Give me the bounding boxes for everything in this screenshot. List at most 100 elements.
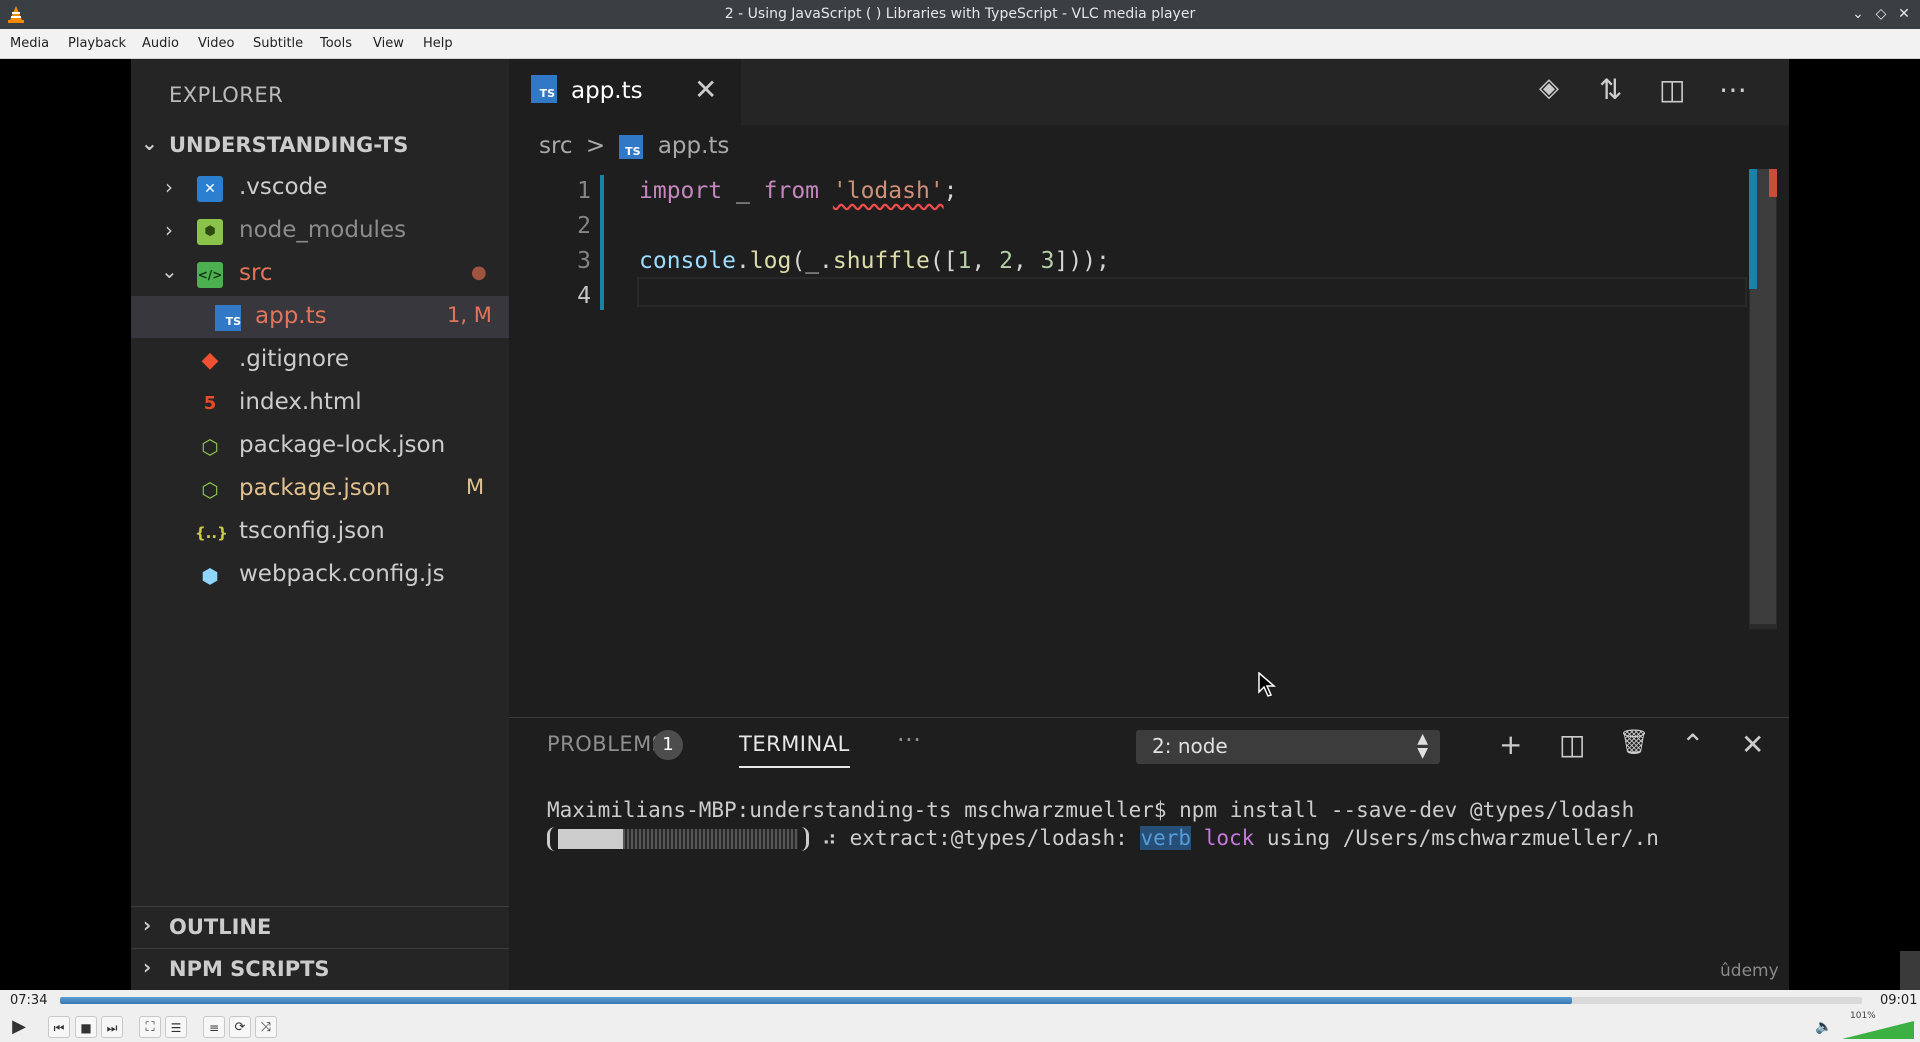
speaker-icon[interactable]: 🔈	[1815, 1019, 1832, 1035]
tree-label: tsconfig.json	[239, 518, 385, 544]
chevron-right-icon: ›	[143, 913, 152, 937]
tree-label: src	[239, 260, 273, 286]
function-name: log	[749, 248, 792, 274]
playlist-button[interactable]: ≡	[203, 1016, 225, 1038]
fullscreen-button[interactable]: ⛶	[139, 1016, 161, 1038]
next-button[interactable]: ⏭	[101, 1016, 123, 1038]
minimize-button[interactable]: ⌄	[1850, 6, 1866, 22]
menu-playback[interactable]: Playback	[68, 36, 126, 51]
tree-label: .gitignore	[239, 346, 350, 372]
tree-label: package-lock.json	[239, 432, 446, 458]
tree-label: node_modules	[239, 217, 407, 243]
open-changes-icon[interactable]: ⇅	[1599, 73, 1622, 106]
npm-scripts-section[interactable]: › NPM SCRIPTS	[131, 948, 509, 989]
breadcrumb-folder[interactable]: src	[539, 133, 573, 159]
mouse-cursor-icon	[1258, 672, 1276, 697]
terminal-text: using /Users/mschwarzmueller/.n	[1254, 826, 1659, 850]
typescript-icon: TS	[531, 75, 557, 103]
panel-more-icon[interactable]: ···	[897, 726, 921, 754]
chevron-down-icon: ⌄	[141, 131, 158, 155]
shuffle-button[interactable]: ⤨	[255, 1016, 277, 1038]
volume-slider[interactable]	[1842, 1021, 1914, 1039]
code-text: ;	[943, 178, 958, 204]
webpack-icon: ⬢	[201, 564, 219, 588]
maximize-button[interactable]: ◇	[1873, 6, 1889, 22]
menu-media[interactable]: Media	[10, 36, 49, 51]
tree-item-webpack: ⬢ webpack.config.js	[131, 554, 509, 596]
tab-problems[interactable]: PROBLEMS	[547, 732, 666, 756]
split-terminal-icon[interactable]: ◫	[1559, 728, 1585, 761]
file-status: 1, M	[447, 303, 492, 327]
breadcrumb-file[interactable]: app.ts	[658, 133, 730, 159]
menu-help[interactable]: Help	[423, 36, 453, 51]
trash-icon[interactable]: 🗑	[1619, 728, 1649, 756]
menu-view[interactable]: View	[373, 36, 404, 51]
bottom-panel: PROBLEMS 1 TERMINAL ··· 2: node ▲ ▼ + ◫ 🗑…	[509, 717, 1789, 991]
tree-item-app-ts[interactable]: TS app.ts 1, M	[131, 296, 509, 338]
node-folder-icon: ⬢	[197, 219, 223, 245]
overview-error-marker	[1769, 169, 1777, 197]
previous-button[interactable]: ⏮	[48, 1016, 70, 1038]
control-bar: ▶ ⏮ ■ ⏭ ⛶ ☰ ≡ ⟳ ⤨ 🔈 101%	[0, 1011, 1920, 1042]
code-editor[interactable]: 1 2 3 4 import _ from 'lodash'; console.…	[509, 165, 1749, 585]
vscode-folder-icon: ✕	[197, 176, 223, 202]
tab-terminal[interactable]: TERMINAL	[739, 732, 850, 768]
project-name: UNDERSTANDING-TS	[169, 133, 409, 157]
close-panel-icon[interactable]: ✕	[1741, 728, 1764, 761]
seek-slider[interactable]	[60, 997, 1862, 1004]
chevron-right-icon: ›	[143, 955, 152, 979]
terminal-select[interactable]: 2: node ▲ ▼	[1136, 730, 1440, 764]
code-text: ]));	[1054, 248, 1110, 274]
close-window-button[interactable]: ✕	[1896, 6, 1912, 22]
menu-audio[interactable]: Audio	[142, 36, 179, 51]
tree-item-package-lock: ⬡ package-lock.json	[131, 425, 509, 467]
menu-subtitle[interactable]: Subtitle	[253, 36, 303, 51]
stop-button[interactable]: ■	[75, 1016, 97, 1038]
breadcrumb: src > TS app.ts	[539, 133, 729, 163]
tree-item-src: ⌄ </> src ●	[131, 253, 509, 295]
video-surface[interactable]: EXPLORER ⌄ UNDERSTANDING-TS › ✕ .vscode …	[0, 59, 1920, 991]
total-time: 09:01	[1880, 993, 1918, 1008]
code-text: .	[735, 248, 750, 274]
code-text: ([	[929, 248, 958, 274]
maximize-panel-icon[interactable]: ⌃	[1681, 728, 1704, 761]
close-icon[interactable]: ✕	[694, 73, 717, 106]
vscode-window: EXPLORER ⌄ UNDERSTANDING-TS › ✕ .vscode …	[131, 59, 1920, 991]
number-literal: 1	[957, 248, 972, 274]
terminal-verb: verb	[1140, 826, 1192, 850]
code-text: (_.	[791, 248, 833, 274]
new-terminal-icon[interactable]: +	[1499, 728, 1522, 761]
extended-settings-button[interactable]: ☰	[165, 1016, 187, 1038]
npm-progress-remaining	[623, 829, 798, 849]
src-folder-icon: </>	[197, 262, 223, 288]
breadcrumb-separator: >	[585, 133, 606, 159]
code-text: ,	[1012, 248, 1041, 274]
tree-item-gitignore: ◆ .gitignore	[131, 339, 509, 381]
tree-label: package.json	[239, 475, 391, 501]
string-literal: 'lodash'	[832, 178, 944, 204]
tab-app-ts[interactable]: TS app.ts ✕	[509, 59, 741, 125]
function-name: shuffle	[832, 248, 930, 274]
problems-count-badge: 1	[653, 730, 683, 760]
line-number: 2	[577, 213, 591, 239]
terminal-line-1: Maximilians-MBP:understanding-ts mschwar…	[547, 798, 1635, 822]
explorer-heading: EXPLORER	[169, 83, 284, 107]
more-actions-icon[interactable]: ⋯	[1719, 73, 1747, 106]
json-icon: {..}	[195, 524, 228, 542]
menu-tools[interactable]: Tools	[320, 36, 352, 51]
git-icon: ◆	[201, 348, 219, 373]
outline-section[interactable]: › OUTLINE	[131, 906, 509, 947]
tree-item-node-modules: › ⬢ node_modules	[131, 210, 509, 252]
split-editor-icon[interactable]: ◫	[1659, 73, 1685, 106]
line-number: 1	[577, 178, 591, 204]
modified-dot: ●	[471, 262, 487, 283]
git-compare-icon[interactable]: ◈	[1539, 73, 1559, 103]
tab-bar: TS app.ts ✕ ◈ ⇅ ◫ ⋯	[509, 59, 1789, 125]
menu-video[interactable]: Video	[198, 36, 234, 51]
identifier: console	[639, 248, 736, 274]
editor-scrollbar[interactable]	[1749, 169, 1777, 629]
play-button[interactable]: ▶	[4, 1014, 34, 1040]
terminal-line-2: ⠴ extract:@types/lodash: verb lock using…	[547, 826, 1659, 851]
loop-button[interactable]: ⟳	[229, 1016, 251, 1038]
editor-area: TS app.ts ✕ ◈ ⇅ ◫ ⋯ src > TS app.ts 1 2 …	[509, 59, 1789, 991]
